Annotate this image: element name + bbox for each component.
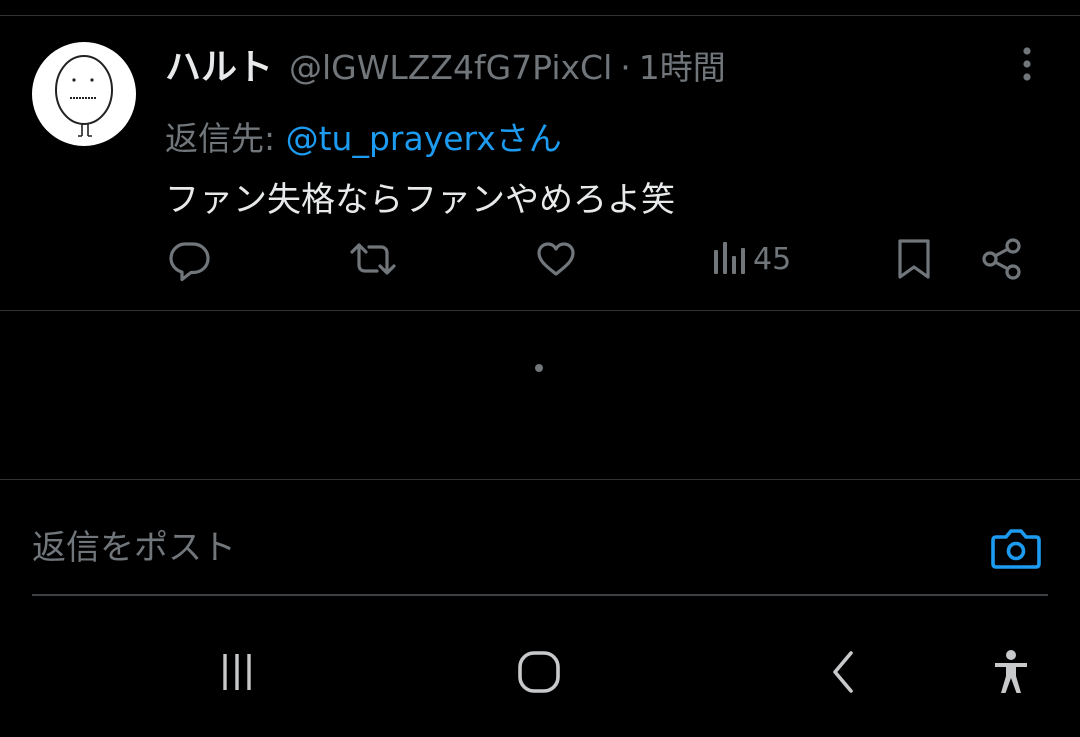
divider xyxy=(0,310,1080,311)
share-button[interactable] xyxy=(980,234,1024,284)
retweet-button[interactable] xyxy=(348,234,398,284)
home-icon xyxy=(518,651,560,693)
more-options-button[interactable] xyxy=(1010,44,1044,84)
loading-indicator xyxy=(535,364,543,372)
recents-icon xyxy=(223,654,251,690)
accessibility-button[interactable] xyxy=(980,642,1042,702)
tweet[interactable]: ハルト @lGWLZZ4fG7PixCl · 1時間 返信先: @tu_pray… xyxy=(0,16,1080,310)
reply-to-prefix: 返信先: xyxy=(165,119,286,158)
views-icon xyxy=(714,242,745,274)
timestamp[interactable]: 1時間 xyxy=(639,41,726,89)
avatar[interactable] xyxy=(32,42,136,146)
bookmark-button[interactable] xyxy=(893,234,935,284)
views-count: 45 xyxy=(753,241,792,277)
accessibility-icon xyxy=(995,650,1027,693)
tweet-actions: 45 xyxy=(0,234,1080,284)
home-button[interactable] xyxy=(508,642,570,702)
views-button[interactable]: 45 xyxy=(711,234,791,284)
tweet-header: ハルト @lGWLZZ4fG7PixCl · 1時間 xyxy=(165,38,726,89)
recents-button[interactable] xyxy=(206,642,268,702)
reply-composer xyxy=(32,516,1048,596)
separator-dot: · xyxy=(620,48,631,87)
bookmark-icon xyxy=(898,239,930,279)
composer-divider xyxy=(0,479,1080,480)
heart-icon xyxy=(537,242,575,276)
tweet-text: ファン失格ならファンやめろよ笑 xyxy=(165,180,675,220)
composer-underline xyxy=(32,594,1048,596)
reply-to-line: 返信先: @tu_prayerxさん xyxy=(165,112,562,160)
camera-button[interactable] xyxy=(988,520,1044,576)
camera-icon xyxy=(991,529,1041,569)
share-icon xyxy=(982,238,1021,280)
reply-icon xyxy=(169,242,210,282)
back-icon xyxy=(833,651,853,693)
retweet-icon xyxy=(350,243,396,275)
reply-to-mention[interactable]: @tu_prayerxさん xyxy=(286,119,562,158)
like-button[interactable] xyxy=(533,234,579,284)
display-name[interactable]: ハルト xyxy=(165,38,273,90)
back-button[interactable] xyxy=(812,642,874,702)
reply-input[interactable] xyxy=(32,516,932,580)
reply-button[interactable] xyxy=(166,234,212,284)
avatar-drawing xyxy=(55,55,113,137)
user-handle[interactable]: @lGWLZZ4fG7PixCl xyxy=(289,48,612,87)
system-nav-bar xyxy=(0,608,1080,737)
more-vertical-icon xyxy=(1023,47,1031,81)
